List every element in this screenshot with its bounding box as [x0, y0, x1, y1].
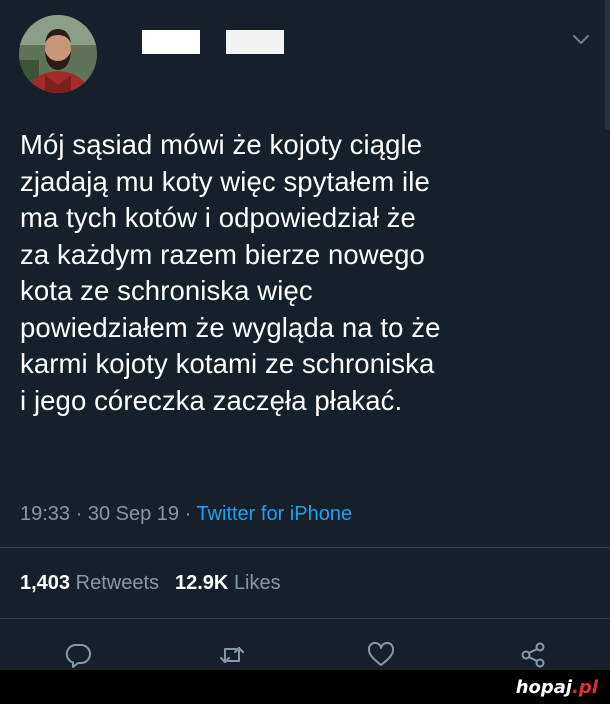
tweet-line: kota ze schroniska więc: [20, 275, 313, 306]
divider: [0, 547, 610, 548]
share-icon[interactable]: [518, 640, 548, 670]
watermark-bar: hopaj.pl: [0, 670, 610, 704]
watermark-name: hopaj: [515, 677, 573, 698]
tweet-line: zjadają mu koty więc spytałem ile: [20, 165, 430, 197]
retweets-count: 1,403: [20, 572, 71, 594]
tweet-timestamp[interactable]: 19:33 · 30 Sep 19 ·: [20, 503, 196, 525]
reply-icon[interactable]: [63, 640, 93, 670]
scrollbar[interactable]: [605, 0, 610, 130]
tweet-text: Mój sąsiad mówi że kojoty ciągle zjadają…: [20, 127, 590, 419]
avatar-image: [19, 15, 97, 93]
tweet-line: Mój sąsiad mówi że kojoty ciągle: [20, 129, 423, 160]
avatar[interactable]: [19, 15, 97, 93]
tweet-line: powiedziałem że wygląda na to że: [20, 311, 441, 343]
tweet-source-link[interactable]: Twitter for iPhone: [196, 503, 352, 525]
watermark-tld: .pl: [572, 677, 598, 698]
username-redacted[interactable]: [226, 30, 284, 54]
likes-stat[interactable]: 12.9K Likes: [175, 572, 281, 594]
tweet-meta: 19:33 · 30 Sep 19 · Twitter for iPhone: [20, 503, 352, 526]
likes-label: Likes: [233, 572, 281, 594]
heart-icon[interactable]: [366, 640, 396, 670]
retweets-label: Retweets: [75, 572, 159, 594]
display-name-redacted[interactable]: [142, 30, 200, 54]
chevron-down-icon[interactable]: [570, 28, 592, 50]
tweet-line: za każdym razem bierze nowego: [20, 238, 425, 270]
tweet-stats: 1,403 Retweets 12.9K Likes: [20, 572, 281, 595]
tweet-line: karmi kojoty kotami ze schroniska: [20, 348, 435, 379]
likes-count: 12.9K: [175, 572, 229, 594]
watermark-logo: hopaj.pl: [516, 677, 598, 698]
divider: [0, 618, 610, 619]
tweet-line: ma tych kotów i odpowiedział że: [20, 202, 416, 233]
retweets-stat[interactable]: 1,403 Retweets: [20, 572, 159, 594]
tweet-line: i jego córeczka zaczęła płakać.: [20, 384, 403, 416]
retweet-icon[interactable]: [217, 640, 247, 670]
tweet-actions: [0, 640, 610, 670]
